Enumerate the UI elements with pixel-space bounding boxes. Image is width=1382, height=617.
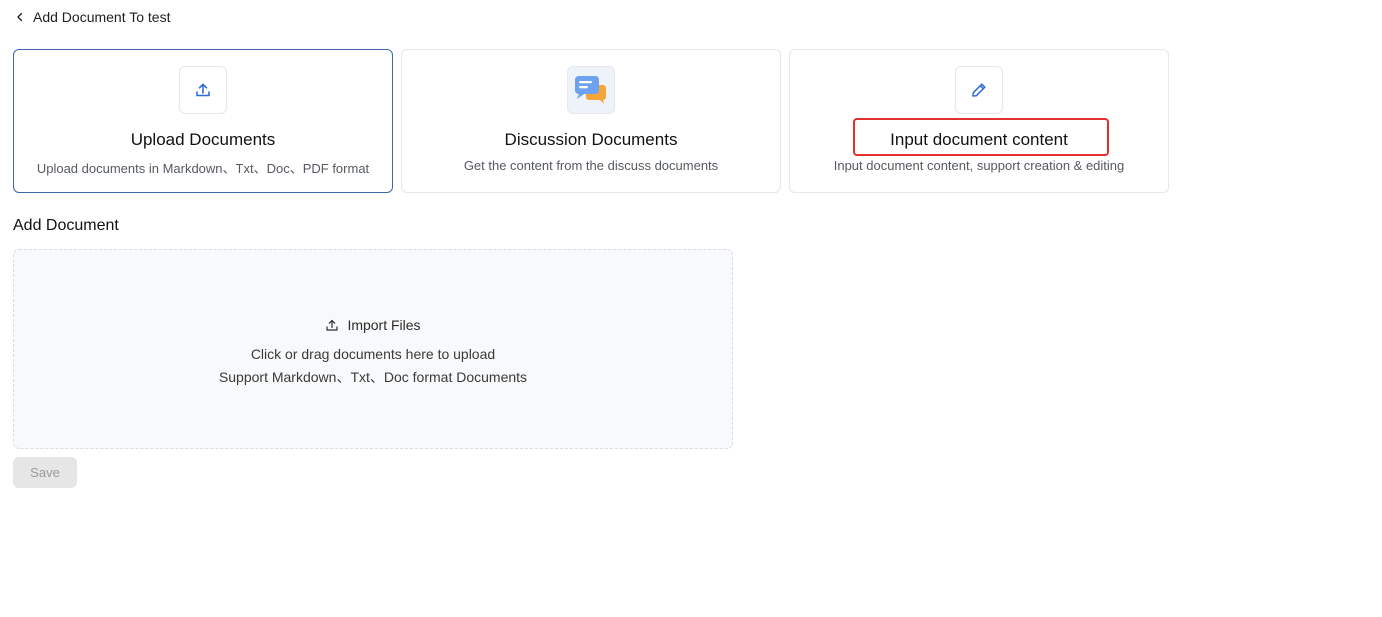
source-cards: Upload Documents Upload documents in Mar… — [13, 49, 1169, 193]
file-dropzone[interactable]: Import Files Click or drag documents her… — [13, 249, 733, 449]
import-files-label: Import Files — [347, 317, 421, 333]
card-title: Upload Documents — [130, 130, 276, 149]
upload-icon — [325, 318, 339, 332]
dropzone-formats: Support Markdown、Txt、Doc format Document… — [218, 369, 528, 385]
section-title: Add Document — [13, 217, 119, 234]
card-title: Discussion Documents — [504, 130, 678, 149]
card-description: Input document content, support creation… — [833, 158, 1125, 173]
upload-icon-box — [179, 66, 227, 114]
import-files-button[interactable]: Import Files — [14, 317, 732, 333]
save-button[interactable]: Save — [13, 457, 77, 488]
pencil-icon — [972, 83, 986, 97]
card-discussion-documents[interactable]: Discussion Documents Get the content fro… — [401, 49, 781, 193]
pencil-icon-box — [955, 66, 1003, 114]
chat-bubbles-icon-box — [567, 66, 615, 114]
page: Add Document To test Upload Documents Up… — [0, 0, 1382, 617]
card-title: Input document content — [890, 130, 1068, 149]
page-title: Add Document To test — [33, 9, 171, 25]
back-link[interactable]: Add Document To test — [13, 7, 170, 27]
chat-bubbles-icon — [575, 76, 606, 104]
card-upload-documents[interactable]: Upload Documents Upload documents in Mar… — [13, 49, 393, 193]
card-description: Upload documents in Markdown、Txt、Doc、PDF… — [36, 161, 370, 176]
chevron-left-icon[interactable] — [13, 10, 27, 24]
card-input-document-content[interactable]: Input document content Input document co… — [789, 49, 1169, 193]
dropzone-hint: Click or drag documents here to upload — [250, 346, 496, 362]
card-description: Get the content from the discuss documen… — [463, 158, 719, 173]
upload-icon — [196, 83, 210, 97]
